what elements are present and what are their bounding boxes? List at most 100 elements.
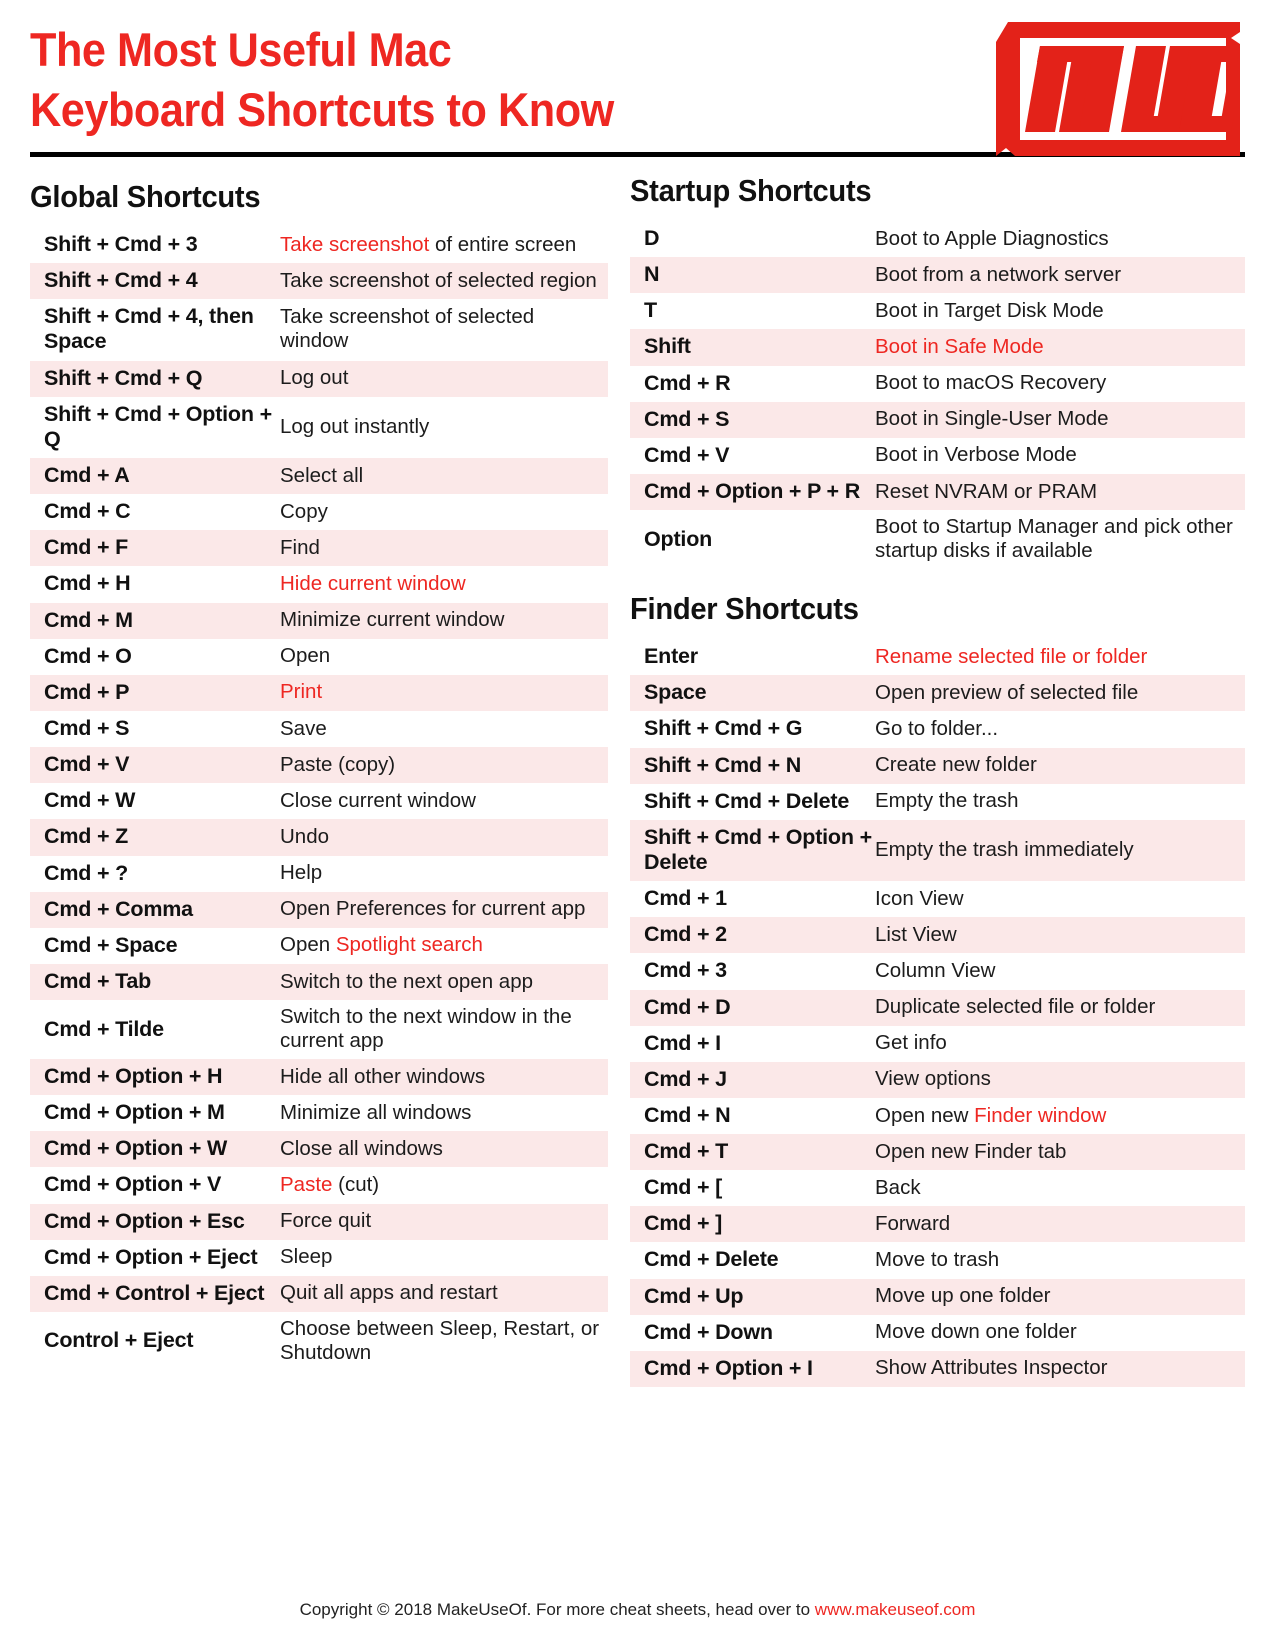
shortcut-description: Boot in Safe Mode — [875, 329, 1245, 366]
shortcut-keys: Cmd + S — [630, 401, 875, 438]
shortcut-description: Reset NVRAM or PRAM — [875, 473, 1245, 511]
shortcut-description: Open new Finder window — [875, 1098, 1245, 1134]
shortcut-keys: Shift + Cmd + Delete — [644, 788, 850, 813]
shortcut-keys: Cmd + Option + P + R — [630, 473, 875, 511]
table-row: Cmd + Space Open Spotlight search — [30, 928, 608, 964]
description-text: Log out — [280, 366, 349, 390]
description-text: Help — [280, 861, 323, 885]
table-row: Cmd + Tilde Switch to the next window in … — [30, 1000, 608, 1059]
shortcut-keys: Cmd + V — [30, 747, 280, 784]
shortcut-keys: Cmd + ] — [630, 1206, 875, 1243]
table-row: Cmd + T Open new Finder tab — [630, 1134, 1245, 1171]
description-highlight: Finder window — [974, 1103, 1107, 1127]
shortcut-description: Open Spotlight search — [280, 928, 608, 964]
table-row: Cmd + Option + P + R Reset NVRAM or PRAM — [630, 473, 1245, 511]
shortcut-description: Paste (copy) — [280, 747, 608, 784]
shortcut-keys: Cmd + Tab — [30, 963, 280, 1001]
description-text: Save — [280, 716, 327, 740]
table-row: Cmd + Delete Move to trash — [630, 1242, 1245, 1278]
table-row: Cmd + V Paste (copy) — [30, 747, 608, 784]
shortcut-keys: Enter — [644, 644, 698, 669]
shortcut-description: Boot to Apple Diagnostics — [875, 221, 1245, 257]
cheat-sheet-page: The Most Useful Mac Keyboard Shortcuts t… — [0, 0, 1275, 1650]
shortcut-keys: Cmd + ? — [44, 860, 129, 885]
table-row: Cmd + Option + M Minimize all windows — [30, 1095, 608, 1131]
table-row: Cmd + J View options — [630, 1061, 1245, 1098]
footer-link[interactable]: www.makeuseof.com — [815, 1600, 976, 1619]
table-row: Cmd + S Boot in Single-User Mode — [630, 401, 1245, 438]
shortcut-keys: Shift + Cmd + Option + Delete — [630, 819, 875, 882]
table-row: Cmd + Control + Eject Quit all apps and r… — [30, 1275, 608, 1313]
shortcut-description: Icon View — [875, 881, 1245, 917]
table-row: Cmd + ] Forward — [630, 1206, 1245, 1243]
shortcut-description: Quit all apps and restart — [280, 1275, 608, 1313]
shortcut-description: Sleep — [280, 1240, 608, 1276]
description-text: Column View — [875, 958, 996, 982]
table-row: Cmd + V Boot in Verbose Mode — [630, 438, 1245, 474]
global-shortcuts-table: Shift + Cmd + 3 Take screenshot of entire… — [30, 227, 608, 1371]
shortcut-description: Create new folder — [875, 747, 1245, 784]
description-text: Switch to the next open app — [280, 969, 534, 993]
description-text: View options — [875, 1067, 991, 1091]
description-highlight: Rename selected file or folder — [875, 644, 1148, 668]
shortcut-description: Log out instantly — [280, 397, 608, 458]
content-columns: Global Shortcuts Shift + Cmd + 3 Take scr… — [30, 167, 1245, 1388]
table-row: Enter Rename selected file or folder — [630, 639, 1245, 675]
description-text: Show Attributes Inspector — [875, 1356, 1108, 1380]
table-row: Shift + Cmd + N Create new folder — [630, 747, 1245, 784]
shortcut-description: Help — [280, 856, 608, 892]
shortcut-keys: Shift + Cmd + N — [630, 747, 875, 784]
table-row: Cmd + Z Undo — [30, 819, 608, 856]
shortcut-description: Move to trash — [875, 1242, 1245, 1278]
description-highlight: Spotlight search — [335, 933, 483, 957]
shortcut-keys: Cmd + I — [644, 1030, 721, 1055]
description-text: Take screenshot of selected region — [280, 268, 597, 292]
shortcut-description: Force quit — [280, 1203, 608, 1240]
shortcut-description: Boot to Startup Manager and pick other s… — [875, 510, 1245, 569]
shortcut-keys: Cmd + Down — [644, 1319, 773, 1344]
table-row: Cmd + Tab Switch to the next open app — [30, 963, 608, 1001]
description-highlight: Boot in Safe Mode — [875, 335, 1044, 358]
shortcut-description: Minimize all windows — [280, 1095, 608, 1131]
table-row: Shift + Cmd + Option + Delete Empty the t… — [630, 819, 1245, 882]
shortcut-keys: Cmd + Z — [30, 819, 280, 856]
shortcut-description: Open preview of selected file — [875, 675, 1245, 712]
description-highlight: Paste — [280, 1173, 333, 1197]
description-text: Reset NVRAM or PRAM — [875, 479, 1098, 503]
description-text: Move up one folder — [875, 1284, 1051, 1308]
footer-text: Copyright © 2018 MakeUseOf. For more che… — [299, 1600, 815, 1619]
footer: Copyright © 2018 MakeUseOf. For more che… — [0, 1600, 1275, 1620]
shortcut-keys: Cmd + A — [30, 457, 280, 495]
table-row: Cmd + R Boot to macOS Recovery — [630, 366, 1245, 402]
section-heading-finder: Finder Shortcuts — [630, 591, 859, 627]
shortcut-description: Boot to macOS Recovery — [875, 366, 1245, 402]
section-heading-startup: Startup Shortcuts — [630, 173, 872, 208]
description-text: Boot to Startup Manager and pick other s… — [875, 515, 1233, 563]
shortcut-description: Get info — [875, 1026, 1245, 1062]
shortcut-description: Rename selected file or folder — [875, 639, 1245, 675]
table-row: Control + Eject Choose between Sleep, Res… — [30, 1312, 608, 1371]
shortcut-description: Column View — [875, 953, 1245, 989]
description-text: Minimize current window — [280, 608, 505, 632]
description-text: Forward — [875, 1211, 951, 1235]
shortcut-keys: Cmd + Comma — [30, 891, 280, 928]
shortcut-description: Open — [280, 639, 608, 675]
shortcut-keys: Cmd + Delete — [644, 1247, 779, 1272]
description-highlight: Print — [280, 680, 323, 704]
shortcut-keys: Cmd + W — [44, 788, 136, 813]
shortcut-description: Take screenshot of selected region — [280, 263, 608, 300]
shortcut-description: View options — [875, 1061, 1245, 1098]
shortcut-keys: Cmd + V — [644, 442, 730, 467]
table-row: Cmd + S Save — [30, 711, 608, 747]
shortcut-keys: Cmd + Option + M — [44, 1100, 225, 1125]
table-row: Shift Boot in Safe Mode — [630, 329, 1245, 366]
table-row: Cmd + D Duplicate selected file or folder — [630, 989, 1245, 1026]
shortcut-keys: Control + Eject — [44, 1328, 194, 1353]
shortcut-keys: Cmd + 2 — [630, 917, 875, 954]
shortcut-keys: Space — [630, 675, 875, 712]
section-heading-global: Global Shortcuts — [30, 179, 261, 214]
shortcut-keys: Cmd + N — [644, 1102, 731, 1127]
table-row: Cmd + Up Move up one folder — [630, 1278, 1245, 1315]
description-text: Quit all apps and restart — [280, 1281, 498, 1305]
shortcut-keys: Cmd + Option + W — [30, 1131, 280, 1168]
